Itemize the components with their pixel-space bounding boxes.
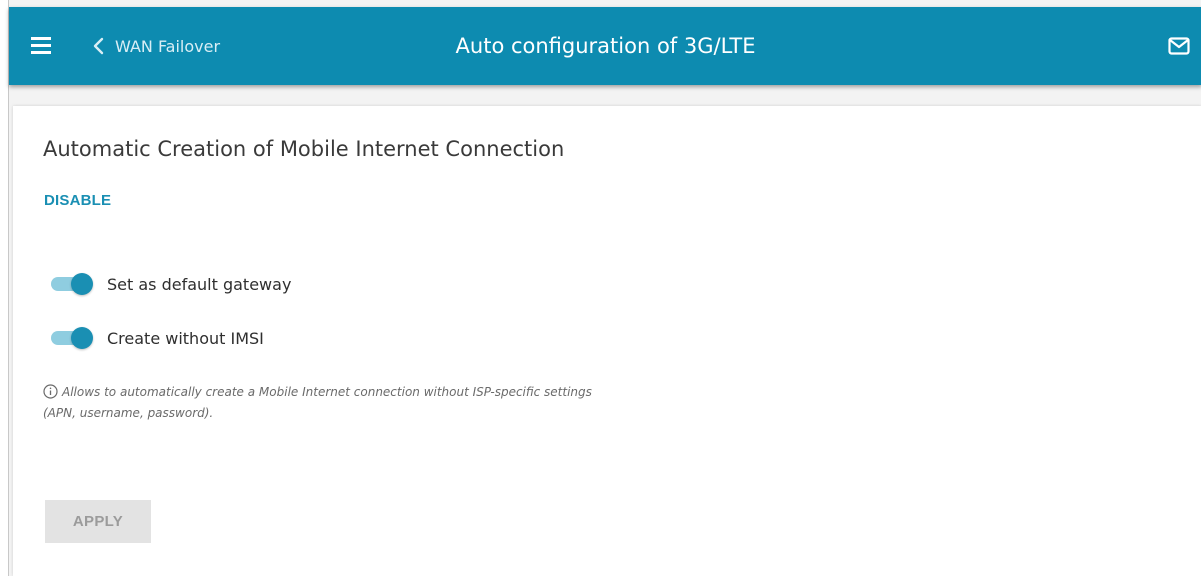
switch-knob xyxy=(71,327,93,349)
apply-button[interactable]: APPLY xyxy=(45,500,151,543)
default-gateway-label: Set as default gateway xyxy=(107,274,292,294)
create-without-imsi-toggle-row[interactable]: Create without IMSI xyxy=(51,326,264,350)
app-window: WAN Failover Auto configuration of 3G/LT… xyxy=(8,0,1201,576)
top-bar: WAN Failover Auto configuration of 3G/LT… xyxy=(9,7,1201,85)
envelope-icon[interactable] xyxy=(1168,37,1190,55)
back-link[interactable]: WAN Failover xyxy=(91,35,220,57)
hint-text-block: Allows to automatically create a Mobile … xyxy=(43,382,623,424)
create-without-imsi-label: Create without IMSI xyxy=(107,328,264,348)
info-icon xyxy=(43,384,58,399)
default-gateway-switch[interactable] xyxy=(51,272,93,296)
default-gateway-toggle-row[interactable]: Set as default gateway xyxy=(51,272,291,296)
create-without-imsi-switch[interactable] xyxy=(51,326,93,350)
hamburger-menu-icon[interactable] xyxy=(31,37,51,55)
hint-text: Allows to automatically create a Mobile … xyxy=(43,385,592,420)
settings-card: Automatic Creation of Mobile Internet Co… xyxy=(13,106,1201,576)
switch-knob xyxy=(71,273,93,295)
back-link-label: WAN Failover xyxy=(115,36,221,56)
disable-button[interactable]: DISABLE xyxy=(44,192,111,209)
chevron-left-icon xyxy=(93,37,104,55)
section-heading: Automatic Creation of Mobile Internet Co… xyxy=(43,137,565,161)
